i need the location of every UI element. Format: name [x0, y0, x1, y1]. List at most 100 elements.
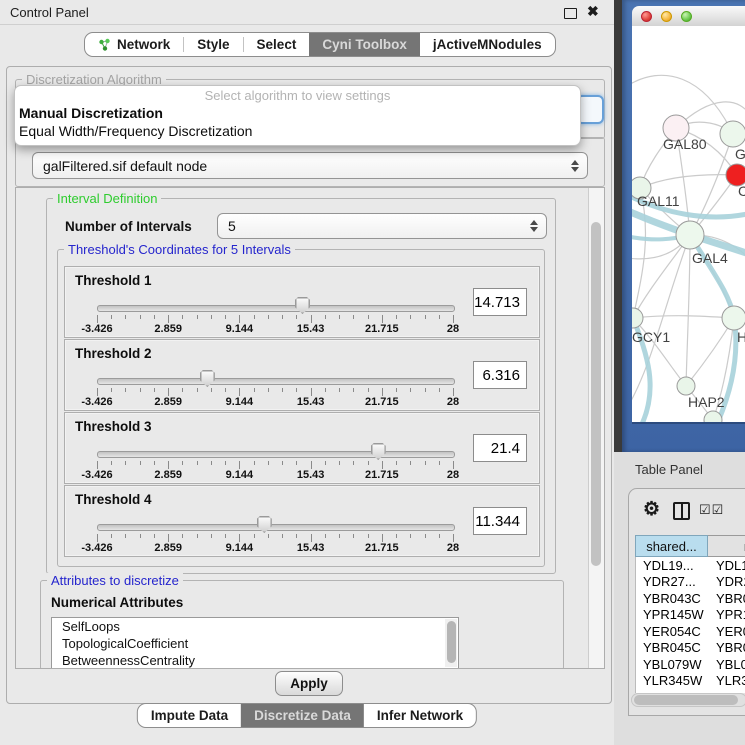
attribute-list-item[interactable]: TopologicalCoefficient — [52, 635, 458, 652]
number-of-intervals-combo[interactable]: 5 — [217, 213, 547, 239]
settings-scrollbar-thumb[interactable] — [591, 222, 601, 566]
tick-mark — [439, 461, 440, 465]
tick-mark — [211, 388, 212, 392]
network-node-GCY1[interactable] — [632, 308, 643, 328]
tick-mark — [168, 315, 169, 323]
tick-mark — [254, 315, 255, 319]
tick-mark — [396, 534, 397, 538]
zoom-traffic-light[interactable] — [681, 11, 692, 22]
tick-mark — [211, 534, 212, 538]
tick-mark — [396, 388, 397, 392]
tick-label: 9.144 — [212, 396, 266, 408]
tick-mark — [396, 461, 397, 465]
tab-infer-network[interactable]: Infer Network — [364, 704, 476, 727]
tab-select[interactable]: Select — [244, 33, 310, 56]
tick-mark — [254, 461, 255, 465]
table-header-row: shared... n — [635, 535, 745, 557]
network-node-label: GAL80 — [663, 136, 707, 152]
threshold-value-field[interactable]: 21.4 — [473, 434, 527, 462]
table-row[interactable]: YBL079WYBL0 — [636, 656, 745, 673]
network-node-H[interactable] — [722, 306, 745, 330]
table-row[interactable]: YPR145WYPR1 — [636, 607, 745, 624]
tick-mark — [382, 461, 383, 469]
table-row[interactable]: YDR27...YDR2 — [636, 574, 745, 591]
threshold-label: Threshold 1 — [75, 273, 152, 288]
table-row[interactable]: YLR345WYLR3 — [636, 673, 745, 690]
algorithm-placeholder-option[interactable]: Select algorithm to view settings — [15, 88, 580, 104]
table-row[interactable]: YBR045CYBR0 — [636, 640, 745, 657]
tick-mark — [382, 315, 383, 323]
cell-shared-name: YDR27... — [636, 574, 709, 589]
tick-mark — [410, 315, 411, 319]
tab-jactivemnodules[interactable]: jActiveMNodules — [420, 33, 555, 56]
tick-mark — [168, 534, 169, 542]
tick-label: 9.144 — [212, 542, 266, 554]
gear-icon[interactable]: ⚙ — [643, 498, 660, 521]
attribute-list-item[interactable]: SelfLoops — [52, 618, 458, 635]
tab-network[interactable]: Network — [85, 33, 183, 56]
float-window-icon[interactable] — [564, 8, 577, 19]
columns-icon[interactable] — [673, 502, 690, 520]
table-row[interactable]: YER054CYER0 — [636, 623, 745, 640]
network-node-GAL4[interactable] — [676, 221, 704, 249]
tab-style[interactable]: Style — [184, 33, 242, 56]
table-data-combo[interactable]: galFiltered.sif default node — [32, 152, 588, 179]
table-panel-body: ⚙ ☑☑ shared... n YDL19...YDL1YDR27...YDR… — [628, 488, 745, 716]
tick-mark — [410, 388, 411, 392]
tab-discretize-data[interactable]: Discretize Data — [241, 704, 364, 727]
tick-mark — [439, 315, 440, 319]
tab-impute-data[interactable]: Impute Data — [138, 704, 241, 727]
threshold-value-field[interactable]: 14.713 — [473, 288, 527, 316]
threshold-value-field[interactable]: 11.344 — [473, 507, 527, 535]
table-row[interactable]: YBR043CYBR0 — [636, 590, 745, 607]
top-tab-bar: Network Style SelectCyni ToolboxjActiveMNo… — [84, 32, 556, 57]
table-row[interactable]: YDL19...YDL1 — [636, 557, 745, 574]
threshold-value-field[interactable]: 6.316 — [473, 361, 527, 389]
close-traffic-light[interactable] — [641, 11, 652, 22]
column-header-shared-name[interactable]: shared... — [635, 535, 708, 557]
table-data-combo-value: galFiltered.sif default node — [43, 158, 207, 174]
network-canvas[interactable]: GAL80GACGAL11GAL4GCY1HHAP2 — [632, 26, 745, 424]
table-hscrollbar-thumb[interactable] — [634, 695, 738, 705]
minimize-traffic-light[interactable] — [661, 11, 672, 22]
tick-mark — [254, 534, 255, 538]
tick-mark — [125, 534, 126, 538]
tick-mark — [111, 461, 112, 465]
checkboxes-icon[interactable]: ☑☑ — [699, 502, 724, 518]
tick-mark — [125, 388, 126, 392]
interval-definition-group: Interval Definition Number of Intervals … — [46, 198, 556, 574]
apply-button[interactable]: Apply — [275, 671, 343, 696]
tick-mark — [125, 461, 126, 465]
tick-label: 2.859 — [141, 469, 195, 481]
tab-label: Style — [197, 37, 229, 52]
algorithm-option-1[interactable]: Manual Discretization — [15, 104, 580, 122]
threshold-slider-track[interactable] — [97, 378, 455, 385]
network-node-HAP2[interactable] — [677, 377, 695, 395]
tick-mark — [225, 315, 226, 319]
cell-name: YDR2 — [709, 574, 745, 589]
column-header-name[interactable]: n — [708, 535, 745, 557]
tab-cyni-toolbox[interactable]: Cyni Toolbox — [309, 33, 420, 56]
network-node-GA[interactable] — [720, 121, 745, 147]
spinner-arrows-icon — [530, 220, 538, 232]
algorithm-option-2[interactable]: Equal Width/Frequency Discretization — [15, 122, 580, 140]
threshold-slider-track[interactable] — [97, 305, 455, 312]
control-panel-titlebar: Control Panel ✖ — [0, 0, 614, 25]
attribute-list-item[interactable]: BetweennessCentrality — [52, 652, 458, 669]
network-node-label: GA — [735, 146, 745, 162]
tick-mark — [353, 388, 354, 392]
threshold-slider-track[interactable] — [97, 524, 455, 531]
close-icon[interactable]: ✖ — [587, 3, 599, 20]
tick-mark — [182, 534, 183, 538]
panel-divider — [614, 0, 622, 452]
tick-mark — [425, 534, 426, 538]
threshold-slider-track[interactable] — [97, 451, 455, 458]
attributes-scrollbar-thumb[interactable] — [447, 621, 456, 663]
tick-mark — [396, 315, 397, 319]
control-panel: Control Panel ✖ Network Style SelectCyni T… — [0, 0, 615, 745]
tick-mark — [382, 534, 383, 542]
tick-mark — [97, 461, 98, 469]
table-panel-title: Table Panel — [635, 462, 703, 477]
tick-mark — [154, 461, 155, 465]
tick-mark — [182, 461, 183, 465]
